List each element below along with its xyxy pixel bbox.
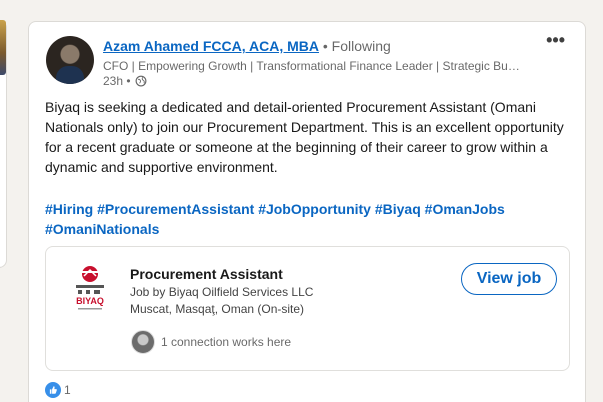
connection-avatar xyxy=(131,330,155,354)
svg-text:BIYAQ: BIYAQ xyxy=(76,296,104,306)
reactions-count: 1 xyxy=(64,383,71,397)
post-time: 23h • xyxy=(103,74,131,88)
view-job-button[interactable]: View job xyxy=(461,263,557,295)
connection-insight: 1 connection works here xyxy=(131,330,291,354)
job-company: Job by Biyaq Oilfield Services LLC xyxy=(130,285,314,299)
hashtag-link[interactable]: #Hiring xyxy=(45,201,93,217)
more-options-icon[interactable]: ••• xyxy=(546,31,565,49)
feed-post-card: Azam Ahamed FCCA, ACA, MBA • Following C… xyxy=(28,21,586,402)
post-meta: 23h • xyxy=(103,74,147,88)
follow-status: • Following xyxy=(322,38,391,54)
hashtag-link[interactable]: #JobOpportunity xyxy=(258,201,371,217)
like-icon xyxy=(45,382,61,398)
hashtag-link[interactable]: #OmanJobs xyxy=(425,201,505,217)
author-line: Azam Ahamed FCCA, ACA, MBA • Following xyxy=(103,38,391,54)
biyaq-logo: BIYAQ xyxy=(76,266,104,310)
adjacent-card-thumbnail xyxy=(0,20,6,75)
post-body: Biyaq is seeking a dedicated and detail-… xyxy=(45,99,564,175)
hashtag-link[interactable]: #Biyaq xyxy=(375,201,421,217)
job-location: Muscat, Masqaţ, Oman (On-site) xyxy=(130,302,305,316)
hashtag-link[interactable]: #OmaniNationals xyxy=(45,221,159,237)
connection-text: 1 connection works here xyxy=(161,335,292,349)
hashtag-link[interactable]: #ProcurementAssistant xyxy=(97,201,254,217)
author-headline: CFO | Empowering Growth | Transformation… xyxy=(103,59,523,73)
hashtag-list: #Hiring #ProcurementAssistant #JobOpport… xyxy=(45,199,565,239)
author-avatar[interactable] xyxy=(46,36,94,84)
globe-icon xyxy=(135,75,146,87)
reactions-summary[interactable]: 1 xyxy=(45,382,71,398)
job-title[interactable]: Procurement Assistant xyxy=(130,266,283,282)
job-attachment-card[interactable]: BIYAQ Procurement Assistant Job by Biyaq… xyxy=(45,246,570,371)
author-name-link[interactable]: Azam Ahamed FCCA, ACA, MBA xyxy=(103,38,319,54)
